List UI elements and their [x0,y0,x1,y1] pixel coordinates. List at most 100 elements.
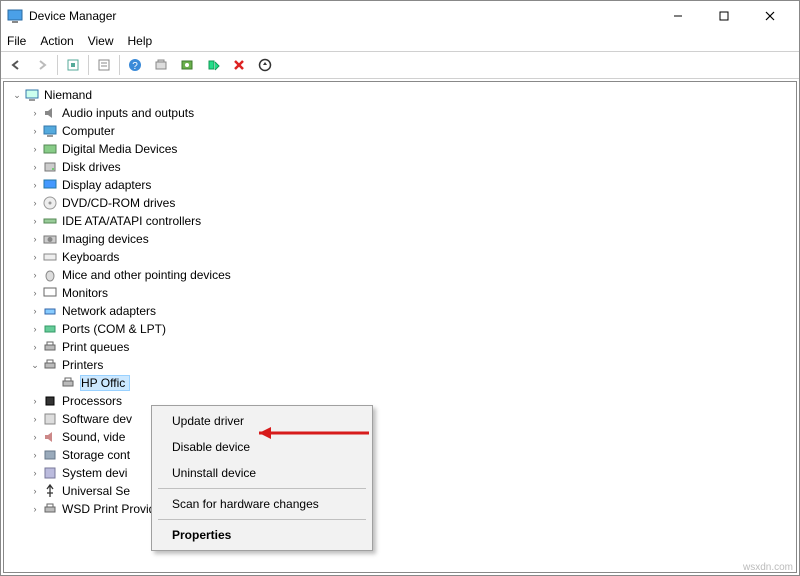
caret-icon[interactable]: › [28,342,42,352]
tree-node[interactable]: ›Audio inputs and outputs [6,104,794,122]
tree-node[interactable]: › System devi [6,464,794,482]
tree-node[interactable]: › Network adapters [6,302,794,320]
tree-node[interactable]: › IDE ATA/ATAPI controllers [6,212,794,230]
monitor-icon [42,285,58,301]
printer-icon [42,339,58,355]
menu-action[interactable]: Action [40,34,73,48]
tree-node-label: Sound, vide [62,430,125,444]
tree-node[interactable]: ›Imaging devices [6,230,794,248]
menubar: File Action View Help [1,31,799,51]
caret-icon[interactable]: › [28,396,42,406]
tree-node-label: Ports (COM & LPT) [62,322,166,336]
help-button[interactable]: ? [124,54,146,76]
tree-node-label: Software dev [62,412,132,426]
software-icon [42,411,58,427]
tree-node[interactable]: › Digital Media Devices [6,140,794,158]
context-menu-item[interactable]: Uninstall device [154,460,370,486]
printer-icon [60,375,76,391]
tree-node[interactable]: ›Keyboards [6,248,794,266]
tree-node-label: Network adapters [62,304,156,318]
maximize-button[interactable] [701,1,747,31]
tree-node[interactable]: › Universal Se [6,482,794,500]
tree-node[interactable]: › Software dev [6,410,794,428]
caret-icon[interactable]: › [28,216,42,226]
caret-icon[interactable]: › [28,234,42,244]
tree-node[interactable]: › Ports (COM & LPT) [6,320,794,338]
caret-icon[interactable]: › [28,144,42,154]
caret-icon[interactable]: › [28,450,42,460]
caret-icon[interactable]: › [28,306,42,316]
tree-node[interactable]: › Monitors [6,284,794,302]
mouse-icon [42,267,58,283]
caret-icon[interactable]: › [28,180,42,190]
tree-node-label: IDE ATA/ATAPI controllers [62,214,201,228]
tree-node[interactable]: › Sound, vide [6,428,794,446]
tree-node-label: Disk drives [62,160,121,174]
tree-node-label: Monitors [62,286,108,300]
caret-icon[interactable]: › [28,270,42,280]
caret-icon[interactable]: › [28,288,42,298]
tree-node[interactable]: ›Processors [6,392,794,410]
toolbar-separator [57,55,58,75]
tree-node[interactable]: ›Computer [6,122,794,140]
tree-node[interactable]: ›WSD Print Provider [6,500,794,518]
scan-button[interactable] [150,54,172,76]
disk-icon [42,159,58,175]
context-menu-divider [158,519,366,520]
menu-file[interactable]: File [7,34,26,48]
context-menu-item[interactable]: Properties [154,522,370,548]
toolbar-separator [119,55,120,75]
menu-view[interactable]: View [88,34,114,48]
tree-node-label: System devi [62,466,127,480]
usb-icon [42,483,58,499]
context-menu-item[interactable]: Update driver [154,408,370,434]
caret-icon[interactable]: › [28,252,42,262]
caret-icon[interactable]: ⌄ [28,360,42,371]
tree-node-label: Universal Se [62,484,130,498]
tree-root[interactable]: ⌄ Niemand [6,86,794,104]
uninstall-button[interactable] [202,54,224,76]
show-hide-button[interactable] [62,54,84,76]
tree-node[interactable]: › Mice and other pointing devices [6,266,794,284]
caret-icon[interactable]: › [28,504,42,514]
computer-icon [42,123,58,139]
tree-content[interactable]: ⌄ Niemand ›Audio inputs and outputs›Comp… [3,81,797,573]
menu-help[interactable]: Help [128,34,153,48]
caret-icon[interactable]: › [28,468,42,478]
tree-node[interactable]: ›DVD/CD-ROM drives [6,194,794,212]
port-icon [42,321,58,337]
caret-icon[interactable]: › [28,414,42,424]
tree-node-label: Digital Media Devices [62,142,177,156]
tree-node[interactable]: ⌄Printers [6,356,794,374]
caret-icon[interactable]: › [28,126,42,136]
disable-button[interactable] [228,54,250,76]
window-controls [655,1,793,31]
context-menu-item[interactable]: Scan for hardware changes [154,491,370,517]
caret-icon[interactable]: › [28,432,42,442]
tree-node[interactable]: ›Print queues [6,338,794,356]
update-driver-button[interactable] [176,54,198,76]
back-button[interactable] [5,54,27,76]
tree-node-label: Mice and other pointing devices [62,268,231,282]
caret-icon[interactable]: › [28,108,42,118]
enable-button[interactable] [254,54,276,76]
minimize-button[interactable] [655,1,701,31]
close-button[interactable] [747,1,793,31]
caret-icon[interactable]: › [28,486,42,496]
context-menu-item[interactable]: Disable device [154,434,370,460]
forward-button[interactable] [31,54,53,76]
tree-node[interactable]: › Disk drives [6,158,794,176]
keyboard-icon [42,249,58,265]
display-icon [42,177,58,193]
tree-node[interactable]: ›Storage cont [6,446,794,464]
toolbar-separator [88,55,89,75]
tree-leaf[interactable]: HP Offic [6,374,794,392]
caret-icon[interactable]: › [28,198,42,208]
toolbar: ? [1,51,799,79]
tree-node[interactable]: ›Display adapters [6,176,794,194]
properties-button[interactable] [93,54,115,76]
caret-icon[interactable]: › [28,324,42,334]
caret-icon[interactable]: › [28,162,42,172]
caret-expanded-icon[interactable]: ⌄ [10,90,24,101]
sound-icon [42,429,58,445]
